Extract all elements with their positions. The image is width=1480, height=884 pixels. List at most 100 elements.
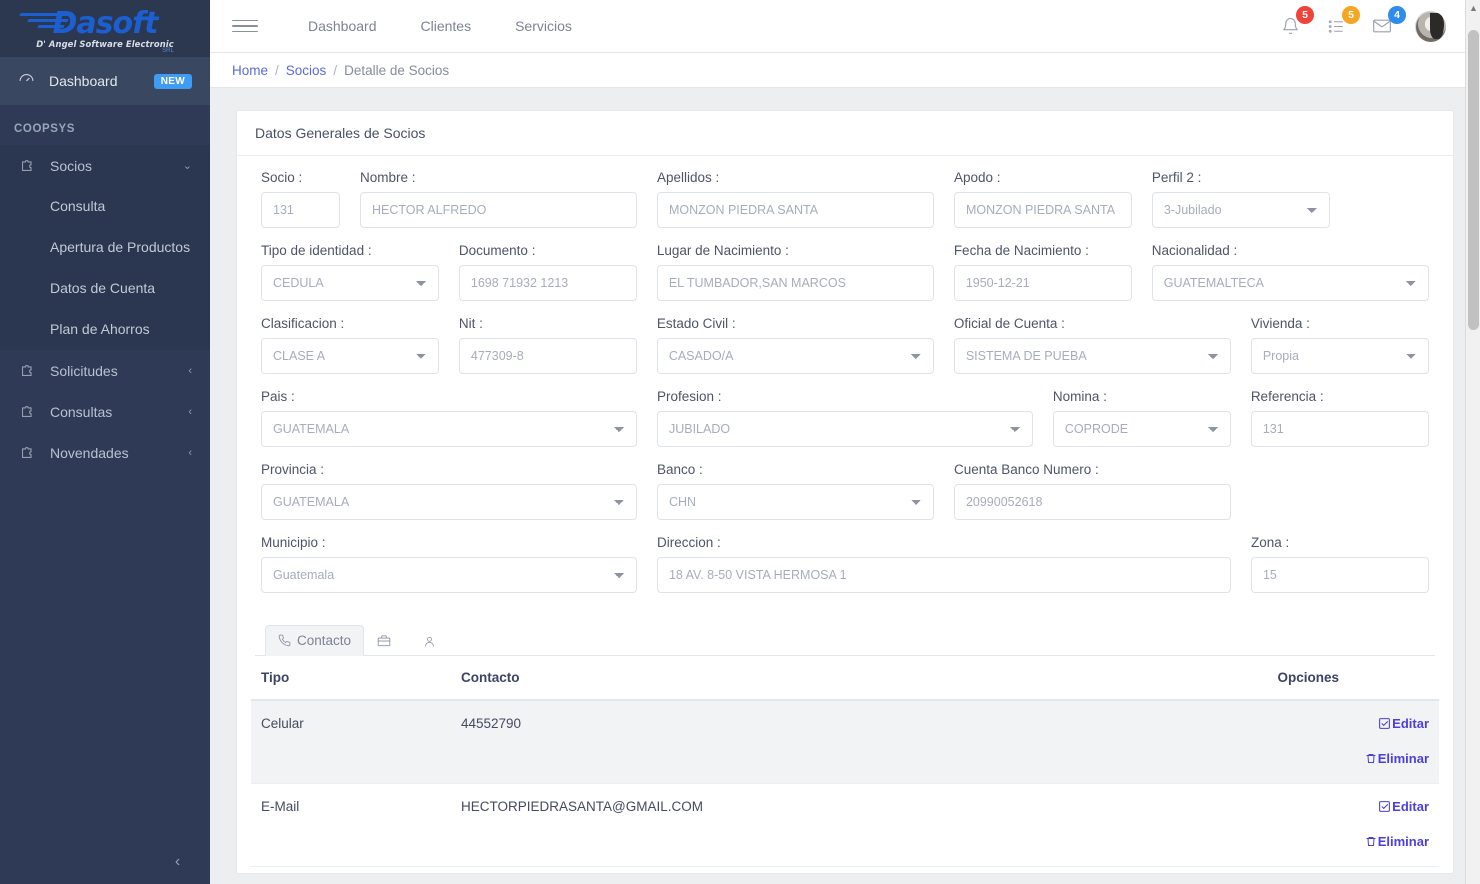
nacionalidad-select[interactable]: GUATEMALTECA bbox=[1151, 265, 1429, 301]
field-pais: Pais : GUATEMALA bbox=[251, 389, 647, 447]
field-apellidos: Apellidos : bbox=[647, 170, 944, 228]
form-row: Clasificacion : CLASE A Nit : Estado Civ… bbox=[251, 316, 1439, 386]
edit-link[interactable]: Editar bbox=[1234, 799, 1429, 814]
sidebar-item-plan-de-ahorros[interactable]: Plan de Ahorros bbox=[0, 309, 210, 350]
field-pais-label: Pais : bbox=[261, 389, 295, 404]
breadcrumb-socios[interactable]: Socios bbox=[286, 63, 327, 78]
hamburger-icon[interactable] bbox=[232, 19, 258, 33]
field-nombre-label: Nombre : bbox=[359, 170, 416, 185]
socios-form: Socio : Nombre : Apellidos : Apodo bbox=[237, 156, 1453, 873]
sidebar-item-dashboard[interactable]: Dashboard NEW bbox=[0, 57, 210, 105]
vivienda-select[interactable]: Propia bbox=[1250, 338, 1429, 374]
edit-link-label: Editar bbox=[1392, 799, 1429, 814]
sidebar-item-consultas[interactable]: Consultas ‹ bbox=[0, 391, 210, 432]
field-perfil2: Perfil 2 : 3-Jubilado bbox=[1142, 170, 1340, 228]
scroll-up-icon[interactable]: ▲ bbox=[1466, 0, 1480, 16]
zona-input[interactable] bbox=[1250, 557, 1429, 593]
form-row: Municipio : Guatemala Direccion : Zona : bbox=[251, 535, 1439, 605]
badge-new: NEW bbox=[153, 73, 192, 89]
notifications-button[interactable]: 5 bbox=[1277, 6, 1314, 39]
cell-opciones: Editar Eliminar bbox=[1224, 783, 1439, 867]
documento-input[interactable] bbox=[458, 265, 637, 301]
sidebar-collapse-button[interactable]: ‹ bbox=[0, 840, 210, 884]
delete-link-label: Eliminar bbox=[1377, 751, 1429, 766]
column-contacto: Contacto bbox=[451, 656, 1224, 701]
apodo-input[interactable] bbox=[953, 192, 1132, 228]
municipio-select[interactable]: Guatemala bbox=[261, 557, 637, 593]
topnav-servicios[interactable]: Servicios bbox=[493, 18, 594, 34]
sidebar-item-socios[interactable]: Socios ⌄ bbox=[0, 145, 210, 186]
breadcrumb-current: Detalle de Socios bbox=[344, 62, 450, 78]
topnav-dashboard[interactable]: Dashboard bbox=[286, 18, 399, 34]
tipo-identidad-select[interactable]: CEDULA bbox=[261, 265, 439, 301]
breadcrumb-home[interactable]: Home bbox=[232, 63, 268, 78]
sidebar-item-consulta[interactable]: Consulta bbox=[0, 186, 210, 227]
fecha-nacimiento-input[interactable] bbox=[953, 265, 1132, 301]
field-tipo-identidad: Tipo de identidad : CEDULA bbox=[251, 243, 449, 301]
puzzle-icon bbox=[18, 403, 36, 420]
field-nacionalidad-label: Nacionalidad : bbox=[1151, 243, 1238, 258]
field-oficial-cuenta-label: Oficial de Cuenta : bbox=[953, 316, 1065, 331]
delete-link[interactable]: Eliminar bbox=[1234, 834, 1429, 849]
page-scrollbar[interactable]: ▲ bbox=[1465, 0, 1480, 884]
edit-link[interactable]: Editar bbox=[1234, 716, 1429, 731]
avatar[interactable] bbox=[1415, 10, 1446, 42]
nit-input[interactable] bbox=[458, 338, 637, 374]
breadcrumb-separator: / bbox=[333, 62, 338, 78]
field-zona: Zona : bbox=[1241, 535, 1439, 593]
sidebar-item-solicitudes[interactable]: Solicitudes ‹ bbox=[0, 350, 210, 391]
cell-tipo: E-Mail bbox=[251, 783, 451, 867]
tab-contacto[interactable]: Contacto bbox=[265, 625, 365, 656]
apellidos-input[interactable] bbox=[656, 192, 934, 228]
field-nombre: Nombre : bbox=[350, 170, 647, 228]
messages-count: 4 bbox=[1388, 6, 1406, 24]
content-scroll-area[interactable]: Datos Generales de Socios Socio : Nombre… bbox=[210, 88, 1480, 884]
referencia-input[interactable] bbox=[1250, 411, 1429, 447]
lugar-nacimiento-input[interactable] bbox=[656, 265, 934, 301]
pais-select[interactable]: GUATEMALA bbox=[261, 411, 637, 447]
chevron-left-icon: ‹ bbox=[188, 364, 192, 377]
sidebar-section-title: COOPSYS bbox=[14, 123, 76, 135]
table-row[interactable]: E-Mail HECTORPIEDRASANTA@GMAIL.COM Edita… bbox=[251, 783, 1439, 867]
form-row: Provincia : GUATEMALA Banco : CHN Cuenta… bbox=[251, 462, 1439, 532]
edit-link-label: Editar bbox=[1392, 716, 1429, 731]
field-profesion-label: Profesion : bbox=[656, 389, 722, 404]
banco-select[interactable]: CHN bbox=[656, 484, 934, 520]
field-referencia-label: Referencia : bbox=[1250, 389, 1324, 404]
cuenta-banco-input[interactable] bbox=[953, 484, 1231, 520]
sidebar-item-novendades[interactable]: Novendades ‹ bbox=[0, 432, 210, 473]
nomina-select[interactable]: COPRODE bbox=[1052, 411, 1231, 447]
socio-input[interactable] bbox=[261, 192, 340, 228]
nombre-input[interactable] bbox=[359, 192, 637, 228]
brand-tagline: D' Angel Software Electronic bbox=[36, 38, 174, 49]
breadcrumb: Home / Socios / Detalle de Socios bbox=[210, 53, 1480, 88]
perfil2-select[interactable]: 3-Jubilado bbox=[1151, 192, 1330, 228]
table-row[interactable]: Celular 44552790 Editar Eliminar bbox=[251, 700, 1439, 784]
direccion-input[interactable] bbox=[656, 557, 1231, 593]
oficial-cuenta-select[interactable]: SISTEMA DE PUEBA bbox=[953, 338, 1231, 374]
field-spacer bbox=[1241, 462, 1439, 520]
estado-civil-select[interactable]: CASADO/A bbox=[656, 338, 934, 374]
tab-empresa[interactable] bbox=[364, 626, 410, 656]
topnav-clientes[interactable]: Clientes bbox=[399, 18, 494, 34]
clasificacion-select[interactable]: CLASE A bbox=[261, 338, 439, 374]
tab-persona[interactable] bbox=[410, 627, 455, 656]
socios-card: Datos Generales de Socios Socio : Nombre… bbox=[236, 110, 1454, 874]
sidebar-item-datos-de-cuenta[interactable]: Datos de Cuenta bbox=[0, 268, 210, 309]
profesion-select[interactable]: JUBILADO bbox=[656, 411, 1033, 447]
trash-icon bbox=[1366, 837, 1376, 846]
puzzle-icon bbox=[18, 362, 36, 379]
puzzle-icon bbox=[18, 444, 36, 461]
brand-logo[interactable]: Dasoft D' Angel Software Electronic SRL bbox=[0, 0, 210, 57]
delete-link[interactable]: Eliminar bbox=[1234, 751, 1429, 766]
field-fecha-nacimiento-label: Fecha de Nacimiento : bbox=[953, 243, 1089, 258]
chevron-left-icon: ‹ bbox=[188, 446, 192, 459]
provincia-select[interactable]: GUATEMALA bbox=[261, 484, 637, 520]
edit-icon bbox=[1379, 718, 1391, 729]
sidebar-group-socios: Socios ⌄ Consulta Apertura de Productos … bbox=[0, 145, 210, 350]
person-icon bbox=[423, 635, 436, 648]
sidebar-item-apertura-de-productos[interactable]: Apertura de Productos bbox=[0, 227, 210, 268]
tasks-button[interactable]: 5 bbox=[1323, 6, 1360, 39]
messages-button[interactable]: 4 bbox=[1369, 6, 1406, 39]
scrollbar-thumb[interactable] bbox=[1468, 30, 1479, 330]
